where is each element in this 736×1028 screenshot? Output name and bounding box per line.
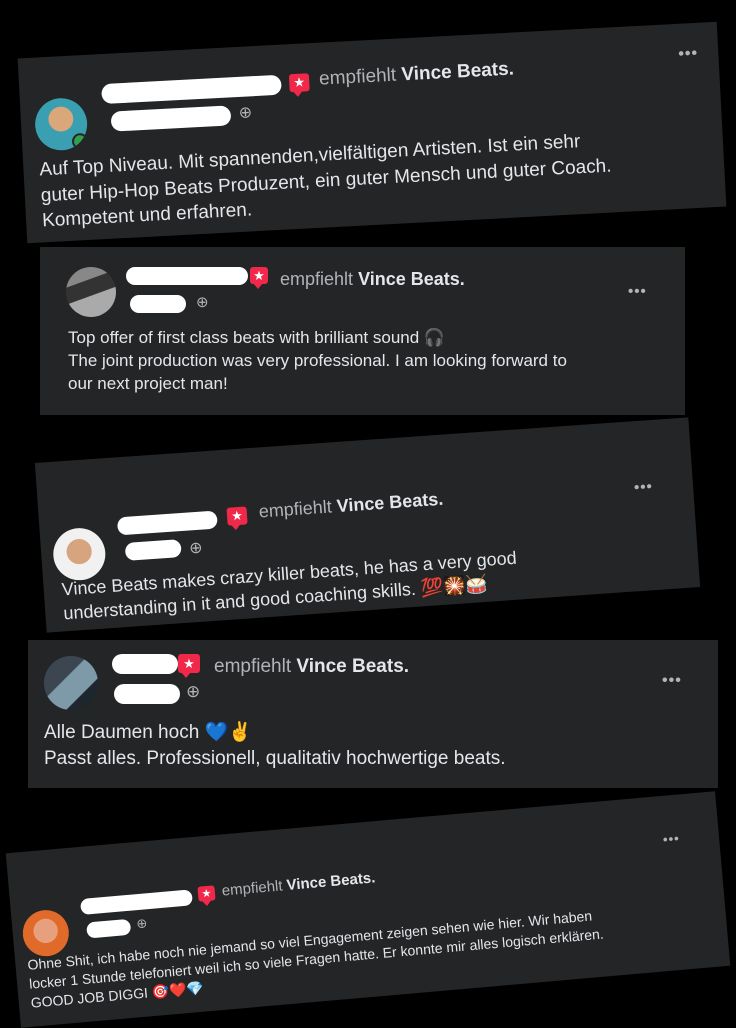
recommend-icon: ★ [250, 267, 268, 289]
review-card-4: ⊕ ★ empfiehlt Vince Beats. ••• Alle Daum… [28, 640, 718, 788]
redacted-post-date [130, 295, 186, 313]
redacted-post-date [114, 684, 180, 704]
review-card-5: ⊕ ★ empfiehlt Vince Beats. ••• Ohne Shit… [5, 791, 731, 1028]
review-headline: empfiehlt Vince Beats. [280, 269, 465, 289]
reviewer-avatar[interactable] [44, 656, 98, 710]
page-link[interactable]: Vince Beats. [336, 489, 444, 516]
review-headline: empfiehlt Vince Beats. [214, 656, 410, 677]
more-options-icon[interactable]: ••• [628, 283, 647, 300]
more-options-icon[interactable]: ••• [662, 672, 682, 690]
review-card-2: ⊕ ★ empfiehlt Vince Beats. ••• Top offer… [40, 247, 685, 415]
redacted-reviewer-name [101, 74, 282, 105]
globe-icon: ⊕ [238, 104, 253, 122]
redacted-reviewer-name [79, 889, 193, 916]
more-options-icon[interactable]: ••• [678, 45, 699, 64]
recommend-icon: ★ [288, 73, 310, 93]
more-options-icon[interactable]: ••• [633, 478, 653, 496]
globe-icon: ⊕ [188, 539, 204, 558]
page-link[interactable]: Vince Beats. [401, 58, 515, 85]
review-text: Top offer of first class beats with bril… [68, 328, 567, 393]
globe-icon: ⊕ [135, 915, 148, 932]
online-status-dot [71, 132, 89, 150]
review-text: Auf Top Niveau. Mit spannenden,vielfälti… [38, 131, 613, 232]
globe-icon: ⊕ [196, 294, 209, 311]
review-headline: empfiehlt Vince Beats. [318, 58, 515, 90]
more-options-icon[interactable]: ••• [662, 831, 680, 847]
review-card-1: ⊕ ★ empfiehlt Vince Beats. ••• Auf Top N… [17, 21, 727, 244]
redacted-reviewer-name [116, 510, 218, 536]
page-link[interactable]: Vince Beats. [286, 869, 376, 894]
redacted-post-date [124, 539, 182, 561]
recommend-icon: ★ [226, 506, 248, 526]
reviewer-avatar[interactable] [33, 96, 89, 152]
reviewer-avatar[interactable] [66, 267, 116, 317]
reviewer-avatar[interactable] [51, 526, 108, 582]
recommend-icon: ★ [197, 885, 216, 902]
redacted-post-date [86, 918, 132, 939]
recommend-icon: ★ [178, 654, 200, 678]
page-link[interactable]: Vince Beats. [296, 656, 409, 677]
reviewer-avatar[interactable] [20, 908, 71, 959]
redacted-reviewer-name [126, 267, 248, 285]
review-text: Alle Daumen hoch 💙✌ Passt alles. Profess… [44, 722, 506, 769]
redacted-reviewer-name [112, 654, 178, 674]
redacted-post-date [110, 105, 232, 132]
review-card-3: ⊕ ★ empfiehlt Vince Beats. ••• Vince Bea… [34, 417, 701, 633]
globe-icon: ⊕ [186, 682, 201, 701]
review-headline: empfiehlt Vince Beats. [221, 869, 377, 900]
page-link[interactable]: Vince Beats. [358, 269, 465, 289]
review-headline: empfiehlt Vince Beats. [258, 488, 444, 522]
